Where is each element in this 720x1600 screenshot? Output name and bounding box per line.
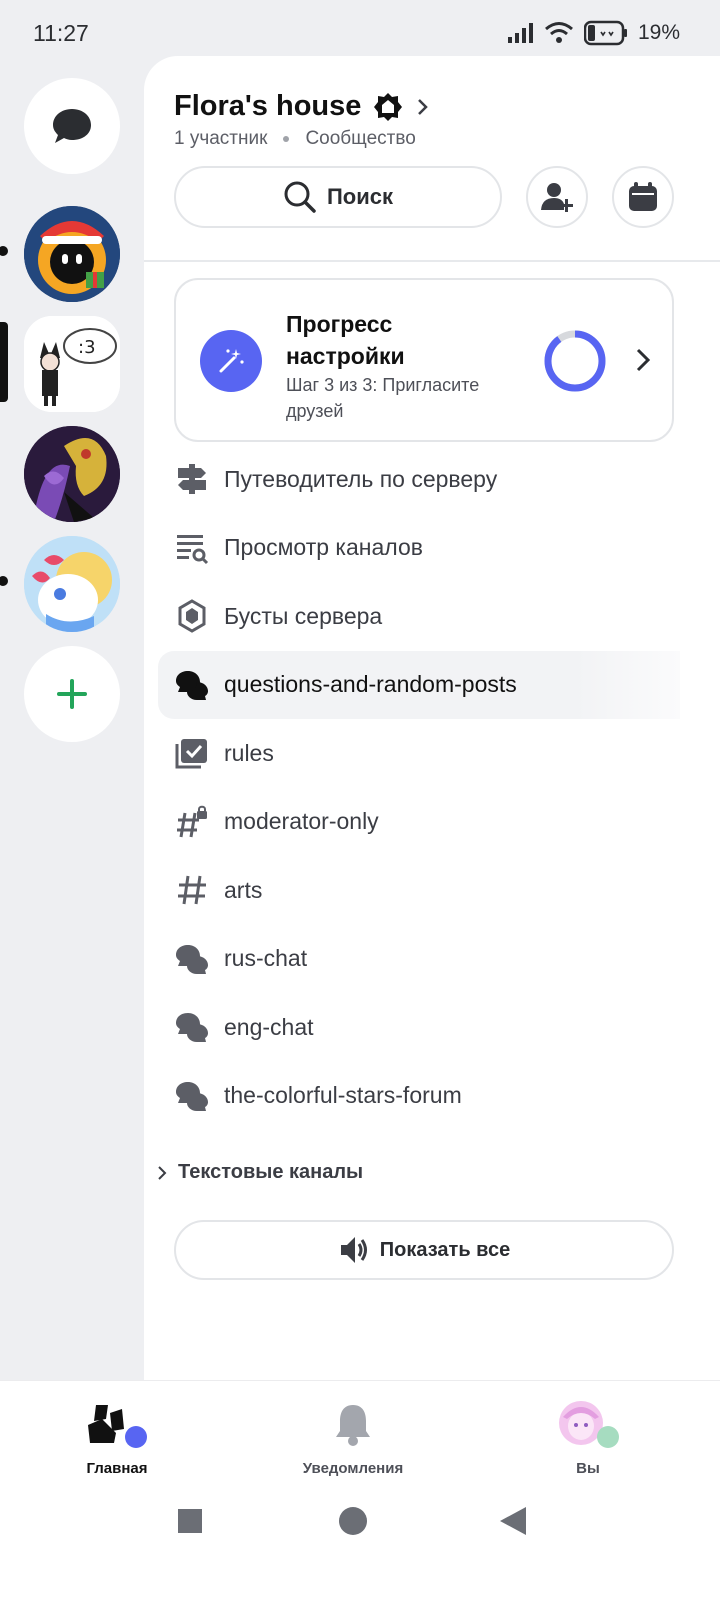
browse-channels-icon <box>174 530 210 566</box>
tab-notifications-label: Уведомления <box>302 1460 404 1477</box>
nav-label: Просмотр каналов <box>224 534 423 561</box>
server-panel: Flora's house 1 участник Сообщество Поис… <box>144 56 720 1411</box>
server-header[interactable]: Flora's house <box>174 90 431 123</box>
user-avatar <box>559 1401 619 1448</box>
tab-home[interactable]: Главная <box>27 1399 207 1477</box>
battery-percent: 19% <box>637 21 680 44</box>
signal-icon <box>507 23 533 43</box>
unread-indicator <box>0 576 8 586</box>
tab-you[interactable]: Вы <box>498 1399 678 1477</box>
bell-icon <box>336 1405 370 1446</box>
nav-browse-channels[interactable]: Просмотр каналов <box>144 514 720 583</box>
nav-label: arts <box>224 876 263 903</box>
header-divider <box>144 260 720 262</box>
bottom-tab-bar: Главная Уведомления Вы <box>0 1380 720 1490</box>
forum-icon <box>174 667 210 703</box>
chat-bubble-icon <box>53 109 91 143</box>
wifi-icon <box>545 22 573 43</box>
server-type: Сообщество <box>305 128 416 149</box>
meta-separator <box>283 136 290 142</box>
channel-rules[interactable]: rules <box>144 719 720 788</box>
server-name: Flora's house <box>174 90 362 122</box>
server-icon-3[interactable] <box>24 426 120 522</box>
nav-label: eng-chat <box>224 1013 314 1040</box>
selected-server-indicator <box>0 322 8 402</box>
search-icon <box>284 181 316 213</box>
show-all-button[interactable]: Показать все <box>174 1220 674 1280</box>
nav-label: Путеводитель по серверу <box>224 465 498 492</box>
add-server-button[interactable] <box>24 646 120 742</box>
chevron-right-icon <box>636 348 651 372</box>
server-icon-2[interactable]: :3 <box>24 316 120 412</box>
forum-icon <box>174 1078 210 1114</box>
speaker-icon <box>340 1237 367 1263</box>
back-triangle-icon[interactable] <box>498 1505 528 1537</box>
progress-subtitle: Шаг 3 из 3: Пригласите друзей <box>286 375 480 421</box>
nav-label: the-colorful-stars-forum <box>224 1082 462 1109</box>
tab-notifications[interactable]: Уведомления <box>263 1399 443 1477</box>
status-bar: 11:27 19% <box>0 0 720 60</box>
channel-moderator-only[interactable]: moderator-only <box>144 788 720 857</box>
hash-icon <box>174 872 210 908</box>
channel-rus-chat[interactable]: rus-chat <box>144 925 720 994</box>
server-icon-4[interactable] <box>24 536 120 632</box>
channel-list: Путеводитель по серверу Просмотр каналов <box>144 445 720 1130</box>
add-member-icon <box>541 183 573 212</box>
chevron-right-icon <box>158 1165 167 1180</box>
chevron-right-icon <box>418 98 429 115</box>
server-avatar-3 <box>24 426 120 522</box>
tab-you-label: Вы <box>576 1460 600 1477</box>
magic-wand-icon <box>219 349 244 373</box>
setup-progress-card[interactable]: Прогресс настройки Шаг 3 из 3: Пригласит… <box>174 278 674 442</box>
boost-icon <box>174 598 210 634</box>
channel-the-colorful-stars-forum[interactable]: the-colorful-stars-forum <box>144 1062 720 1131</box>
server-icon-1[interactable] <box>24 206 120 302</box>
status-icons: 19% <box>506 20 680 46</box>
server-avatar-4 <box>24 536 120 632</box>
svg-text::3: :3 <box>78 337 96 358</box>
nav-label: rules <box>224 739 274 766</box>
signpost-icon <box>174 461 210 497</box>
nav-server-boosts[interactable]: Бусты сервера <box>144 582 720 651</box>
plus-icon <box>57 679 87 709</box>
nav-label: Бусты сервера <box>224 602 383 629</box>
channel-eng-chat[interactable]: eng-chat <box>144 993 720 1062</box>
home-servers-icon <box>88 1405 147 1448</box>
progress-ring <box>544 330 606 392</box>
forum-icon <box>174 941 210 977</box>
search-label: Поиск <box>326 184 394 209</box>
home-circle-icon[interactable] <box>338 1506 368 1536</box>
system-nav-bar <box>0 1490 720 1600</box>
channel-questions-and-random-posts[interactable]: questions-and-random-posts <box>158 650 680 719</box>
tab-home-label: Главная <box>86 1460 148 1477</box>
events-button[interactable] <box>612 166 674 228</box>
server-avatar-1 <box>24 206 120 302</box>
invite-button[interactable] <box>526 166 588 228</box>
direct-messages-button[interactable] <box>24 78 120 174</box>
nav-label: questions-and-random-posts <box>224 671 517 698</box>
category-label: Текстовые каналы <box>178 1161 364 1183</box>
category-text-channels[interactable]: Текстовые каналы <box>156 1161 363 1184</box>
server-meta: 1 участник Сообщество <box>174 128 416 150</box>
unread-indicator <box>0 246 8 256</box>
battery-icon <box>583 20 627 46</box>
forum-icon <box>174 1009 210 1045</box>
member-count: 1 участник <box>174 128 268 149</box>
show-all-label: Показать все <box>379 1238 511 1261</box>
channel-arts[interactable]: arts <box>144 856 720 925</box>
rules-icon <box>174 735 210 771</box>
status-time: 11:27 <box>33 20 89 46</box>
nav-label: rus-chat <box>224 945 308 972</box>
recents-icon[interactable] <box>177 1508 203 1534</box>
progress-title: Прогресс настройки <box>286 311 405 369</box>
server-rail: :3 <box>0 60 144 1400</box>
locked-hash-icon <box>174 804 210 840</box>
server-avatar-2: :3 <box>24 316 120 412</box>
nav-label: moderator-only <box>224 808 379 835</box>
search-button[interactable]: Поиск <box>174 166 502 228</box>
community-badge-icon <box>374 92 403 121</box>
progress-icon-circle <box>200 330 262 392</box>
calendar-icon <box>629 182 657 211</box>
nav-server-guide[interactable]: Путеводитель по серверу <box>144 445 720 514</box>
